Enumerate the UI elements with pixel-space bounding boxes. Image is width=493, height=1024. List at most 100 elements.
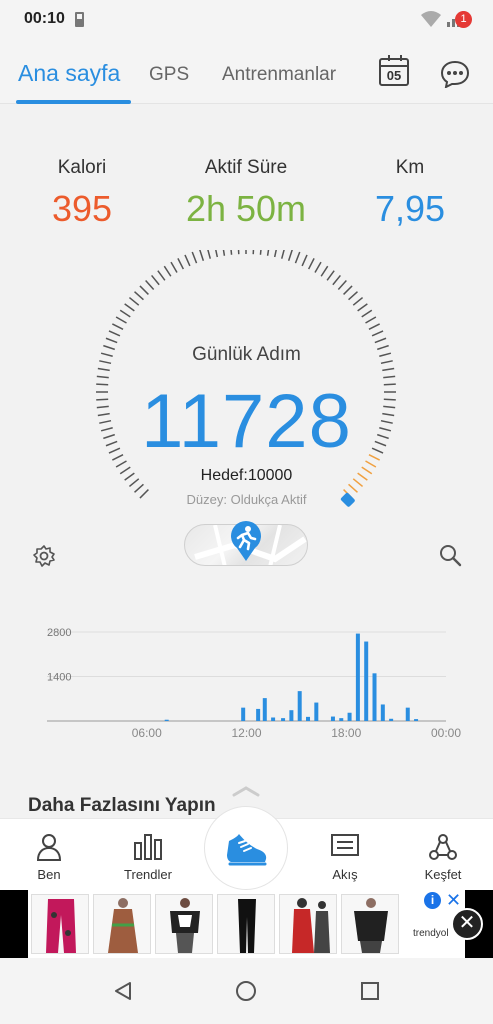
gauge-tick bbox=[382, 367, 395, 372]
gauge-tick bbox=[145, 280, 155, 290]
ad-product-4[interactable] bbox=[217, 894, 275, 954]
gauge-tick bbox=[287, 250, 293, 261]
daily-steps-value: 11728 bbox=[141, 379, 352, 464]
gauge-tick bbox=[371, 330, 384, 337]
active-time-value: 2h 50m bbox=[185, 188, 307, 229]
gauge-tick bbox=[105, 337, 118, 344]
gauge-tick bbox=[352, 297, 364, 306]
shoe-icon bbox=[227, 834, 267, 866]
gauge-tick bbox=[361, 309, 373, 318]
activity-level: Düzey: Oldukça Aktif bbox=[186, 492, 307, 507]
back-icon[interactable] bbox=[112, 980, 134, 1002]
gauge-tick bbox=[191, 251, 198, 264]
tab-home[interactable]: Ana sayfa bbox=[18, 60, 120, 87]
gauge-tick bbox=[108, 330, 121, 337]
gauge-tick bbox=[134, 291, 144, 301]
hourly-steps-chart: 2800 1400 06:00 12:00 18:00 00:00 bbox=[47, 627, 461, 740]
home-icon[interactable] bbox=[235, 980, 257, 1002]
ad-product-1[interactable] bbox=[31, 894, 89, 954]
gauge-tick bbox=[343, 285, 353, 295]
gauge-tick bbox=[230, 250, 233, 255]
gauge-tick bbox=[307, 258, 315, 270]
chart-bar bbox=[372, 673, 377, 721]
messages-icon[interactable] bbox=[440, 60, 470, 88]
chart-bar bbox=[314, 702, 319, 721]
ad-brand: trendyol bbox=[413, 928, 449, 939]
ad-product-2[interactable] bbox=[93, 894, 151, 954]
chart-bar bbox=[256, 708, 261, 721]
start-workout-button[interactable] bbox=[204, 806, 288, 890]
top-navigation: Ana sayfa GPS Antrenmanlar 05 bbox=[0, 40, 493, 104]
bar-chart-icon bbox=[134, 834, 162, 860]
gauge-tick bbox=[348, 291, 358, 301]
gauge-tick bbox=[301, 254, 308, 267]
y-tick-label: 1400 bbox=[47, 672, 71, 684]
chart-bar bbox=[414, 719, 419, 721]
tab-gps[interactable]: GPS bbox=[149, 64, 189, 86]
ad-product-3[interactable] bbox=[155, 894, 213, 954]
gauge-tick bbox=[259, 250, 262, 255]
ad-info-icon[interactable]: i bbox=[424, 892, 441, 909]
km-label: Km bbox=[395, 157, 425, 178]
gauge-tick bbox=[332, 274, 341, 286]
gauge-tick bbox=[326, 270, 335, 281]
nav-feed[interactable]: Akış bbox=[314, 819, 376, 891]
gauge-tick bbox=[115, 316, 127, 324]
feed-icon bbox=[331, 834, 359, 856]
chart-bar bbox=[389, 718, 394, 721]
chart-bar bbox=[364, 641, 369, 721]
daily-steps-title: Günlük Adım bbox=[192, 344, 301, 365]
runner-pin-icon bbox=[231, 521, 261, 561]
chart-bar bbox=[405, 707, 410, 721]
gauge-tick bbox=[368, 323, 380, 331]
status-bar: 00:10 bbox=[0, 0, 493, 40]
nav-me-label: Ben bbox=[37, 867, 61, 882]
y-tick-label: 2800 bbox=[47, 627, 71, 639]
chart-bar bbox=[347, 712, 352, 721]
person-icon bbox=[36, 834, 62, 861]
gauge-tick bbox=[139, 285, 149, 295]
ad-product-6[interactable] bbox=[341, 894, 399, 954]
gauge-tick bbox=[207, 250, 212, 259]
step-goal: Hedef:10000 bbox=[200, 467, 293, 484]
gauge-tick bbox=[294, 251, 301, 264]
nav-trends-label: Trendler bbox=[124, 867, 172, 882]
nav-me[interactable]: Ben bbox=[18, 819, 80, 891]
chart-bar bbox=[339, 718, 344, 721]
recents-icon[interactable] bbox=[359, 980, 381, 1002]
gauge-tick bbox=[320, 265, 329, 277]
settings-gear-icon[interactable] bbox=[32, 544, 56, 568]
status-time: 00:10 bbox=[24, 10, 65, 27]
gauge-tick bbox=[266, 250, 270, 256]
chart-bar bbox=[297, 691, 302, 721]
nav-trends[interactable]: Trendler bbox=[112, 819, 184, 891]
search-icon[interactable] bbox=[438, 543, 462, 567]
gauge-tick bbox=[184, 254, 191, 267]
chart-bar bbox=[281, 718, 286, 721]
gauge-tick bbox=[374, 337, 387, 344]
calendar-day: 05 bbox=[386, 68, 402, 83]
ad-choices-close-icon[interactable]: ✕ bbox=[446, 890, 461, 911]
x-tick-label: 06:00 bbox=[132, 726, 162, 740]
km-value: 7,95 bbox=[374, 188, 446, 229]
active-tab-indicator bbox=[16, 100, 131, 104]
nav-feed-label: Akış bbox=[332, 867, 358, 882]
nav-discover[interactable]: Keşfet bbox=[412, 819, 474, 891]
x-tick-label: 00:00 bbox=[431, 726, 461, 740]
gauge-tick bbox=[177, 258, 185, 270]
chart-bar bbox=[355, 633, 360, 721]
tab-workouts[interactable]: Antrenmanlar bbox=[222, 64, 336, 86]
x-tick-label: 12:00 bbox=[231, 726, 261, 740]
ad-product-5[interactable] bbox=[279, 894, 337, 954]
gauge-tick bbox=[124, 303, 135, 312]
ad-banner[interactable] bbox=[0, 890, 493, 958]
chevron-up-icon[interactable] bbox=[232, 785, 260, 797]
ad-close-button[interactable]: ✕ bbox=[451, 908, 483, 940]
gauge-tick bbox=[112, 323, 124, 331]
x-tick-label: 18:00 bbox=[331, 726, 361, 740]
active-time-label: Aktif Süre bbox=[204, 157, 288, 178]
calendar-icon[interactable]: 05 bbox=[379, 55, 409, 86]
chart-bar bbox=[289, 710, 294, 721]
system-navigation-bar bbox=[0, 958, 493, 1024]
chart-bar bbox=[262, 698, 267, 721]
